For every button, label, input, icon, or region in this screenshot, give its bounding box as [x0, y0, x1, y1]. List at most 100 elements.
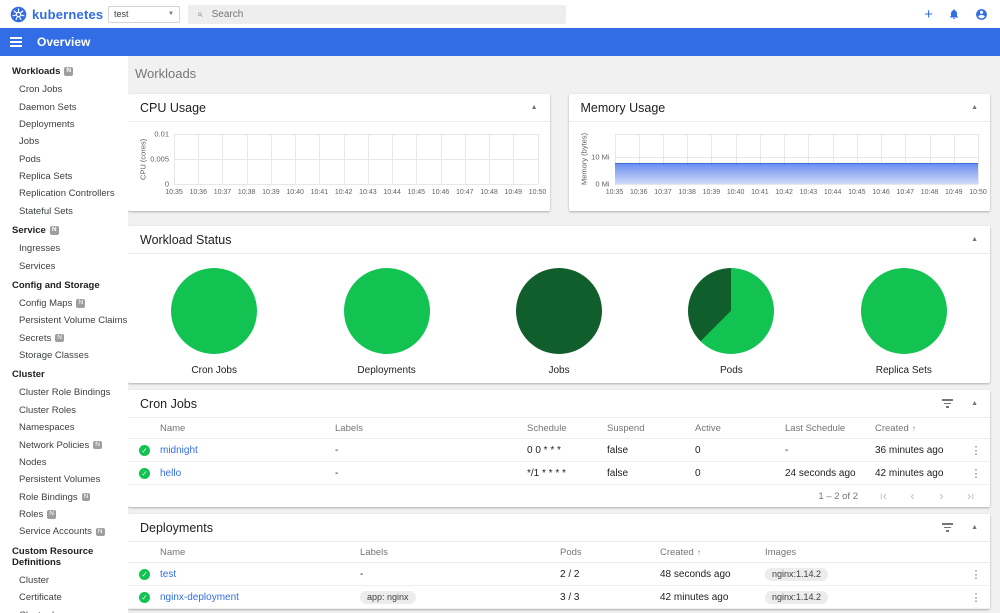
sidebar-item-label: Namespaces — [19, 422, 75, 434]
collapse-button chevron-up-icon[interactable]: ▲ — [531, 104, 538, 111]
create-resource-button plus-icon[interactable]: + — [924, 7, 933, 22]
last-page-icon[interactable] — [965, 491, 976, 502]
namespaced-badge: N — [49, 226, 59, 235]
column-header-name[interactable]: Name — [160, 547, 360, 558]
sort-arrow-icon: ↑ — [911, 423, 916, 433]
cell-active: 0 — [695, 444, 701, 456]
sidebar-item-deployments[interactable]: Deployments — [0, 116, 128, 133]
sidebar-item-config-maps[interactable]: Config Maps N — [0, 295, 128, 312]
pagination-range-label: 1 – 2 of 2 — [818, 490, 858, 502]
collapse-button chevron-up-icon[interactable]: ▲ — [971, 524, 978, 531]
kubernetes-brand[interactable]: kubernetes — [10, 6, 108, 23]
sidebar-item-persistent-volume-claims[interactable]: Persistent Volume ClaimsN — [0, 312, 128, 329]
namespace-select[interactable]: test ▼ — [108, 5, 180, 23]
resource-name-link[interactable]: nginx-deployment — [160, 592, 239, 603]
column-header-suspend[interactable]: Suspend — [607, 423, 695, 434]
column-header-labels[interactable]: Labels — [335, 423, 527, 434]
sidebar-item-label: Replication Controllers — [19, 188, 115, 200]
row-actions-menu-icon[interactable]: ⋮ — [962, 568, 990, 581]
collapse-button chevron-up-icon[interactable]: ▲ — [971, 104, 978, 111]
resource-name-link[interactable]: midnight — [160, 445, 198, 456]
filter-icon[interactable] — [942, 523, 954, 532]
column-header-created[interactable]: Created ↑ — [660, 547, 765, 558]
collapse-button chevron-up-icon[interactable]: ▲ — [971, 236, 978, 243]
kubernetes-logo-icon — [10, 6, 27, 22]
next-page-icon[interactable] — [936, 491, 947, 502]
workload-status-pie-deployments: Deployments — [300, 268, 472, 376]
sidebar-item-roles[interactable]: Roles N — [0, 506, 128, 523]
sidebar-section-cluster[interactable]: Cluster — [0, 364, 128, 384]
row-actions-menu-icon[interactable]: ⋮ — [962, 467, 990, 480]
workload-status-pie-jobs: Jobs — [473, 268, 645, 376]
page-title: Workloads — [135, 66, 197, 81]
sidebar-item-services[interactable]: Services — [0, 257, 128, 274]
column-header-schedule[interactable]: Schedule — [527, 423, 607, 434]
user-account-icon[interactable] — [975, 8, 988, 21]
sidebar-section-label: Custom Resource Definitions — [12, 545, 94, 568]
x-axis-tick-label: 10:46 — [872, 189, 890, 196]
row-actions-menu-icon[interactable]: ⋮ — [962, 591, 990, 604]
cell-schedule: 0 0 * * * — [527, 444, 561, 456]
column-header-pods[interactable]: Pods — [560, 547, 660, 558]
sidebar-item-label: Replica Sets — [19, 171, 73, 183]
sidebar-item-service-accounts[interactable]: Service Accounts N — [0, 523, 128, 540]
sidebar-item-daemon-sets[interactable]: Daemon Sets — [0, 98, 128, 115]
collapse-button chevron-up-icon[interactable]: ▲ — [971, 400, 978, 407]
resource-name-link[interactable]: hello — [160, 468, 181, 479]
column-header-last-schedule[interactable]: Last Schedule — [785, 423, 875, 434]
column-header-active[interactable]: Active — [695, 423, 785, 434]
x-axis-tick-label: 10:42 — [775, 189, 793, 196]
sidebar-item-ingresses[interactable]: Ingresses — [0, 240, 128, 257]
sidebar-item-pods[interactable]: Pods — [0, 151, 128, 168]
sidebar-item-stateful-sets[interactable]: Stateful Sets — [0, 203, 128, 220]
column-header-created[interactable]: Created ↑ — [875, 423, 962, 434]
sidebar-item-role-bindings[interactable]: Role Bindings N — [0, 489, 128, 506]
x-axis-tick-label: 10:40 — [726, 189, 745, 196]
table-header-row: Name Labels Schedule Suspend Active Last Sche… — [128, 418, 990, 439]
sidebar-item-replication-controllers[interactable]: Replication Controllers — [0, 185, 128, 202]
sidebar-item-persistent-volumes[interactable]: Persistent Volumes — [0, 471, 128, 488]
sidebar-section-service[interactable]: Service N — [0, 220, 128, 240]
memory-usage-area-series — [614, 163, 978, 184]
sidebar-item-nodes[interactable]: Nodes — [0, 454, 128, 471]
filter-icon[interactable] — [942, 399, 954, 408]
sidebar-section-config-and-storage[interactable]: Config and Storage — [0, 275, 128, 295]
column-header-labels[interactable]: Labels — [360, 547, 560, 558]
sidebar-item-network-policies[interactable]: Network Policies N — [0, 436, 128, 453]
x-axis-tick-label: 10:50 — [969, 189, 987, 196]
resource-name-link[interactable]: test — [160, 569, 176, 580]
column-header-images[interactable]: Images — [765, 547, 962, 558]
namespaced-badge: N — [81, 492, 91, 502]
search-input[interactable] — [211, 8, 557, 20]
sidebar-item-label: Pods — [19, 153, 41, 165]
sidebar-item-storage-classes[interactable]: Storage Classes — [0, 347, 128, 364]
sidebar-item-cluster[interactable]: Cluster — [0, 572, 128, 589]
sidebar-item-certificate[interactable]: Certificate — [0, 589, 128, 606]
table-row: ✓ hello - */1 * * * * false 0 24 seconds ago 42… — [128, 462, 990, 485]
sidebar-section-workloads[interactable]: Workloads N — [0, 61, 128, 81]
cpu-usage-card: CPU Usage ▲ 10:35 10:36 10:37 10:38 10:39 10:… — [128, 94, 550, 211]
sidebar-item-cron-jobs[interactable]: Cron Jobs — [0, 81, 128, 98]
notifications-bell-icon[interactable] — [948, 8, 960, 20]
sidebar-item-secrets[interactable]: Secrets N — [0, 330, 128, 347]
search-bar[interactable]: ⌕ — [188, 4, 566, 24]
namespaced-badge: N — [95, 527, 105, 537]
hamburger-menu-icon[interactable] — [10, 37, 22, 47]
sidebar-item-cluster-role-bindings[interactable]: Cluster Role Bindings — [0, 384, 128, 401]
status-success-icon: ✓ — [139, 568, 150, 580]
x-axis-tick-label: 10:47 — [456, 189, 474, 196]
row-actions-menu-icon[interactable]: ⋮ — [962, 444, 990, 457]
first-page-icon[interactable] — [878, 491, 889, 502]
sidebar-item-cluster-issuer[interactable]: Cluster Issuer — [0, 606, 128, 613]
table-header-row: Name Labels Pods Created ↑ Images — [128, 542, 990, 563]
cell-name: hello — [160, 468, 335, 479]
sidebar-item-namespaces[interactable]: Namespaces — [0, 419, 128, 436]
sidebar-item-replica-sets[interactable]: Replica Sets — [0, 168, 128, 185]
previous-page-icon[interactable] — [907, 491, 918, 502]
sidebar-item-jobs[interactable]: Jobs — [0, 133, 128, 150]
sidebar-section-custom-resource-definitions[interactable]: Custom Resource Definitions — [0, 541, 128, 572]
x-axis-tick-label: 10:44 — [383, 189, 401, 196]
sidebar-item-cluster-roles[interactable]: Cluster Roles — [0, 402, 128, 419]
chart-gridline — [614, 134, 978, 135]
column-header-name[interactable]: Name — [160, 423, 335, 434]
